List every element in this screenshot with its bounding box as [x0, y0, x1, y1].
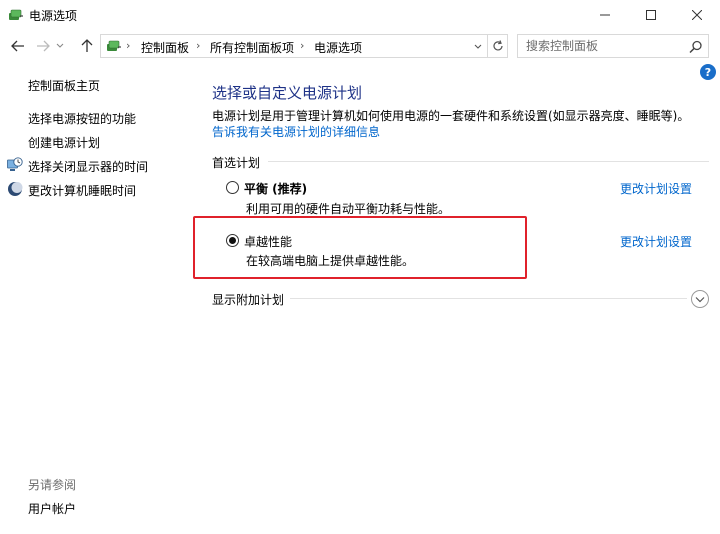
search-box[interactable]	[517, 34, 709, 58]
learn-more-link[interactable]: 告诉我有关电源计划的详细信息	[212, 125, 380, 139]
breadcrumb-separator: ›	[196, 39, 201, 52]
forward-button[interactable]	[33, 36, 53, 56]
display-off-time-link[interactable]: 选择关闭显示器的时间	[28, 158, 148, 175]
section-divider	[290, 298, 687, 299]
help-icon[interactable]: ?	[700, 64, 716, 80]
preferred-plans-header: 首选计划	[212, 156, 261, 170]
expand-additional-plans-button[interactable]	[691, 290, 709, 308]
up-button[interactable]	[77, 36, 97, 56]
close-icon	[692, 10, 702, 20]
section-divider	[268, 161, 709, 162]
control-panel-home-link[interactable]: 控制面板主页	[28, 77, 100, 94]
arrow-right-icon	[37, 40, 50, 52]
see-also-header: 另请参阅	[28, 478, 77, 492]
minimize-button[interactable]	[582, 0, 628, 30]
back-button[interactable]	[8, 36, 28, 56]
highlight-annotation-box	[193, 216, 527, 279]
maximize-button[interactable]	[628, 0, 674, 30]
window-title: 电源选项	[29, 9, 78, 23]
plan-ultimate-settings-link[interactable]: 更改计划设置	[620, 233, 692, 250]
choose-power-button-link[interactable]: 选择电源按钮的功能	[28, 110, 136, 127]
breadcrumb-all-items[interactable]: 所有控制面板项	[210, 39, 294, 56]
address-bar[interactable]: › 控制面板 › 所有控制面板项 › 电源选项	[100, 34, 508, 58]
user-accounts-link[interactable]: 用户帐户	[28, 500, 76, 517]
navigation-bar: › 控制面板 › 所有控制面板项 › 电源选项	[0, 30, 720, 62]
additional-plans-header[interactable]: 显示附加计划	[212, 291, 284, 308]
refresh-icon	[492, 40, 503, 51]
description-text: 电源计划是用于管理计算机如何使用电源的一套硬件和系统设置(如显示器亮度、睡眠等)…	[212, 109, 690, 123]
breadcrumb-separator: ›	[126, 39, 131, 52]
search-input[interactable]	[518, 35, 686, 57]
minimize-icon	[600, 14, 610, 16]
plan-balanced-radio[interactable]	[226, 181, 239, 194]
plan-balanced-desc: 利用可用的硬件自动平衡功耗与性能。	[246, 202, 451, 216]
breadcrumb-power-options[interactable]: 电源选项	[314, 39, 362, 56]
breadcrumb-control-panel[interactable]: 控制面板	[141, 39, 189, 56]
search-icon[interactable]	[688, 39, 704, 55]
page-description: 电源计划是用于管理计算机如何使用电源的一套硬件和系统设置(如显示器亮度、睡眠等)…	[212, 108, 690, 140]
refresh-button[interactable]	[487, 35, 507, 57]
chevron-down-icon	[695, 296, 705, 302]
close-button[interactable]	[674, 0, 720, 30]
chevron-down-icon	[56, 43, 64, 48]
arrow-up-icon	[81, 39, 93, 52]
create-power-plan-link[interactable]: 创建电源计划	[28, 134, 100, 151]
page-title: 选择或自定义电源计划	[212, 84, 363, 102]
monitor-clock-icon	[7, 157, 23, 171]
chevron-down-icon	[474, 44, 482, 49]
moon-sleep-icon	[8, 182, 23, 196]
maximize-icon	[646, 10, 656, 20]
power-options-icon	[9, 9, 23, 20]
left-pane: 控制面板主页 选择电源按钮的功能 创建电源计划 选择关闭显示器的时间 更改计算机…	[0, 62, 196, 534]
power-options-icon	[107, 40, 121, 51]
plan-balanced-settings-link[interactable]: 更改计划设置	[620, 180, 692, 197]
change-sleep-time-link[interactable]: 更改计算机睡眠时间	[28, 182, 136, 199]
address-dropdown-button[interactable]	[471, 39, 485, 55]
breadcrumb-separator: ›	[300, 39, 305, 52]
recent-locations-button[interactable]	[54, 36, 66, 56]
arrow-left-icon	[11, 40, 24, 52]
plan-balanced-name: 平衡 (推荐)	[244, 182, 308, 196]
title-bar: 电源选项	[0, 0, 720, 30]
